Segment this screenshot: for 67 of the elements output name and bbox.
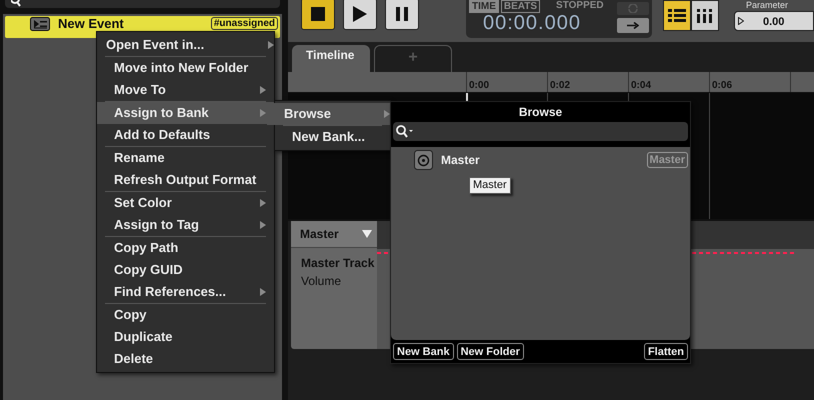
- ruler-label: 0:04: [630, 80, 652, 91]
- track-title: Master Track: [300, 255, 376, 272]
- dropdown-icon: [362, 230, 372, 238]
- footer-button[interactable]: New Folder: [456, 343, 524, 360]
- submenu-arrow-icon: [260, 221, 266, 229]
- menu-item[interactable]: Set Color: [97, 192, 274, 214]
- submenu-arrow-icon: [260, 199, 266, 207]
- menu-item[interactable]: Copy Path: [97, 237, 274, 259]
- ruler-label: 0:06: [711, 80, 732, 91]
- stop-icon: [311, 7, 325, 21]
- arrow-right-icon: [627, 22, 639, 29]
- bank-row[interactable]: Master Master: [391, 149, 690, 171]
- panel-title: Browse: [518, 104, 564, 121]
- track-name: Master: [300, 226, 339, 243]
- submenu-arrow-icon: [384, 110, 390, 118]
- event-name: New Event: [58, 17, 124, 31]
- submenu-arrow-icon: [268, 41, 274, 49]
- pause-button[interactable]: [385, 0, 419, 30]
- menu-item[interactable]: Move into New Folder: [97, 57, 274, 79]
- status-text: STOPPED: [556, 0, 604, 11]
- search-field[interactable]: [5, 0, 280, 8]
- search-icon: [11, 0, 21, 7]
- list-view-button[interactable]: [663, 0, 691, 31]
- menu-item[interactable]: Copy GUID: [97, 259, 274, 281]
- menu-item[interactable]: Add to Defaults: [97, 124, 274, 146]
- menu-item[interactable]: New Bank...: [275, 126, 390, 148]
- list-icon: [668, 8, 686, 22]
- bank-icon: [414, 150, 433, 170]
- menu-item[interactable]: Assign to Bank: [97, 102, 274, 124]
- menu-item[interactable]: Rename: [97, 147, 274, 169]
- menu-item[interactable]: Refresh Output Format: [97, 169, 274, 191]
- tab[interactable]: Timeline: [292, 45, 370, 72]
- search-field[interactable]: [393, 122, 688, 141]
- event-icon: [30, 17, 50, 31]
- footer-button[interactable]: New Bank: [393, 343, 454, 360]
- tooltip: Master: [469, 177, 511, 194]
- submenu-arrow-icon: [260, 109, 266, 117]
- loop-icon: [628, 4, 638, 13]
- tag-label: #unassigned: [210, 17, 278, 30]
- bank-name: Master: [441, 152, 480, 169]
- follow-button[interactable]: [617, 18, 649, 33]
- menu-item[interactable]: Assign to Tag: [97, 214, 274, 236]
- submenu-arrow-icon: [260, 288, 266, 296]
- submenu-arrow-icon: [260, 86, 266, 94]
- mode-toggle[interactable]: BEATS: [500, 0, 540, 13]
- mode-toggle[interactable]: TIME: [469, 0, 499, 13]
- columns-icon: [697, 8, 713, 22]
- play-button[interactable]: [343, 0, 377, 30]
- menu-item[interactable]: Duplicate: [97, 326, 274, 348]
- menu-item[interactable]: Delete: [97, 348, 274, 370]
- parameter-label: Parameter: [745, 0, 790, 10]
- bank-tag: Master: [646, 152, 688, 168]
- stop-button[interactable]: [301, 0, 335, 30]
- play-icon: [353, 6, 367, 22]
- menu-item[interactable]: Find References...: [97, 281, 274, 303]
- search-icon: [396, 125, 414, 138]
- ruler-label: 0:02: [549, 80, 570, 91]
- menu-item[interactable]: Move To: [97, 79, 274, 101]
- parameter-slider[interactable]: 0.00: [734, 11, 814, 31]
- ruler-label: 0:00: [468, 80, 490, 91]
- parameter-value: 0.00: [763, 15, 784, 30]
- footer-button[interactable]: Flatten: [644, 343, 688, 360]
- menu-item[interactable]: Copy: [97, 304, 274, 326]
- track-property: Volume: [300, 273, 342, 290]
- pause-icon: [396, 7, 408, 21]
- time-counter: 00:00.000: [483, 11, 582, 35]
- grid-view-button[interactable]: [691, 0, 719, 31]
